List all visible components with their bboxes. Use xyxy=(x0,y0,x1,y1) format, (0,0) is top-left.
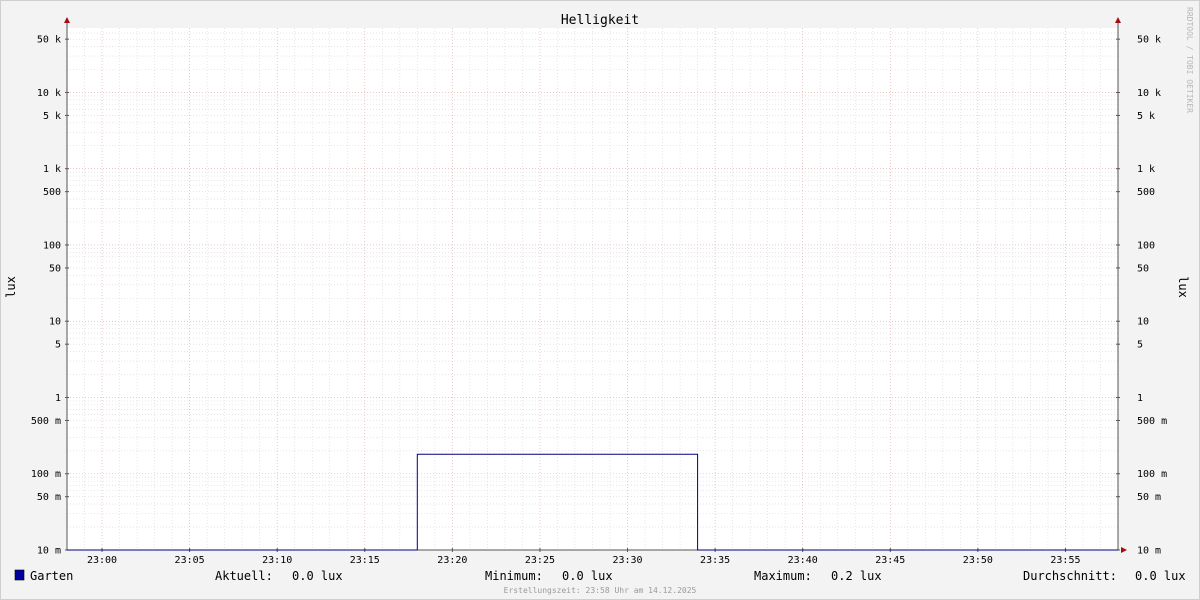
x-tick-label: 23:15 xyxy=(350,555,380,566)
y-tick-label-left: 10 xyxy=(49,317,61,328)
y-tick-label-left: 1 xyxy=(55,393,61,404)
y-tick-label-left: 50 m xyxy=(37,492,61,503)
legend-stat-label-aktuell: Aktuell: xyxy=(215,569,273,583)
y-tick-label-left: 10 k xyxy=(37,88,61,99)
y-tick-label-right: 500 xyxy=(1137,187,1155,198)
legend-stat-label-durchschnitt: Durchschnitt: xyxy=(1023,569,1117,583)
y-axis-arrow-left xyxy=(64,17,70,23)
y-tick-label-left: 5 k xyxy=(43,111,61,122)
y-tick-label-right: 100 m xyxy=(1137,469,1167,480)
y-tick-label-right: 500 m xyxy=(1137,416,1167,427)
y-tick-label-right: 10 xyxy=(1137,317,1149,328)
footer-timestamp: Erstellungszeit: 23:58 Uhr am 14.12.2025 xyxy=(504,586,697,595)
y-tick-label-left: 10 m xyxy=(37,546,61,557)
x-tick-label: 23:40 xyxy=(788,555,818,566)
y-tick-label-left: 5 xyxy=(55,340,61,351)
y-tick-label-left: 100 m xyxy=(31,469,61,480)
y-tick-label-right: 50 k xyxy=(1137,35,1161,46)
y-tick-label-right: 100 xyxy=(1137,240,1155,251)
x-tick-label: 23:25 xyxy=(525,555,555,566)
y-tick-label-right: 10 k xyxy=(1137,88,1161,99)
legend-stat-value-minimum: 0.0 lux xyxy=(562,569,613,583)
y-axis-arrow-right xyxy=(1115,17,1121,23)
y-ticks-left: 50 k 10 k 5 k 1 k 500 100 50 10 5 1 500 m 100 m 50 m… xyxy=(31,35,69,557)
legend-stat-value-maximum: 0.2 lux xyxy=(831,569,882,583)
y-tick-label-right: 10 m xyxy=(1137,546,1161,557)
y-tick-label-left: 50 xyxy=(49,263,61,274)
x-tick-label: 23:30 xyxy=(612,555,642,566)
x-ticks: 23:00 23:05 23:10 23:15 23:20 23:25 23:30 23:35… xyxy=(87,548,1081,566)
y-tick-label-left: 100 xyxy=(43,240,61,251)
x-tick-label: 23:55 xyxy=(1050,555,1080,566)
y-tick-label-right: 1 k xyxy=(1137,164,1155,175)
x-tick-label: 23:00 xyxy=(87,555,117,566)
x-tick-label: 23:10 xyxy=(262,555,292,566)
y-ticks-right: 50 k 10 k 5 k 1 k 500 100 50 10 5 1 500 m 100 m 50 m… xyxy=(1116,35,1167,557)
x-axis-arrow xyxy=(1121,547,1127,553)
legend-swatch xyxy=(14,569,25,581)
helligkeit-chart: 50 k 10 k 5 k 1 k 500 100 50 10 5 1 500 m 100 m 50 m… xyxy=(4,7,1194,595)
x-tick-label: 23:20 xyxy=(437,555,467,566)
y-tick-label-left: 500 xyxy=(43,187,61,198)
y-tick-label-right: 5 xyxy=(1137,340,1143,351)
legend-stat-label-maximum: Maximum: xyxy=(754,569,812,583)
y-tick-label-left: 1 k xyxy=(43,164,61,175)
x-tick-label: 23:45 xyxy=(875,555,905,566)
y-tick-label-right: 5 k xyxy=(1137,111,1155,122)
y-tick-label-left: 500 m xyxy=(31,416,61,427)
legend-stat-label-minimum: Minimum: xyxy=(485,569,543,583)
chart-title: Helligkeit xyxy=(561,13,639,28)
watermark: RRDTOOL / TOBI OETIKER xyxy=(1185,7,1194,113)
y-tick-label-right: 50 m xyxy=(1137,492,1161,503)
y-tick-label-left: 50 k xyxy=(37,35,61,46)
y-tick-label-right: 50 xyxy=(1137,263,1149,274)
x-tick-label: 23:05 xyxy=(175,555,205,566)
x-tick-label: 23:35 xyxy=(700,555,730,566)
y-axis-label-right: lux xyxy=(1176,276,1190,298)
legend-series-name: Garten xyxy=(30,569,73,583)
x-tick-label: 23:50 xyxy=(963,555,993,566)
y-tick-label-right: 1 xyxy=(1137,393,1143,404)
y-axis-label-left: lux xyxy=(4,276,18,298)
legend-stat-value-aktuell: 0.0 lux xyxy=(292,569,343,583)
legend-stat-value-durchschnitt: 0.0 lux xyxy=(1135,569,1186,583)
chart-frame: 50 k 10 k 5 k 1 k 500 100 50 10 5 1 500 m 100 m 50 m… xyxy=(0,0,1200,600)
